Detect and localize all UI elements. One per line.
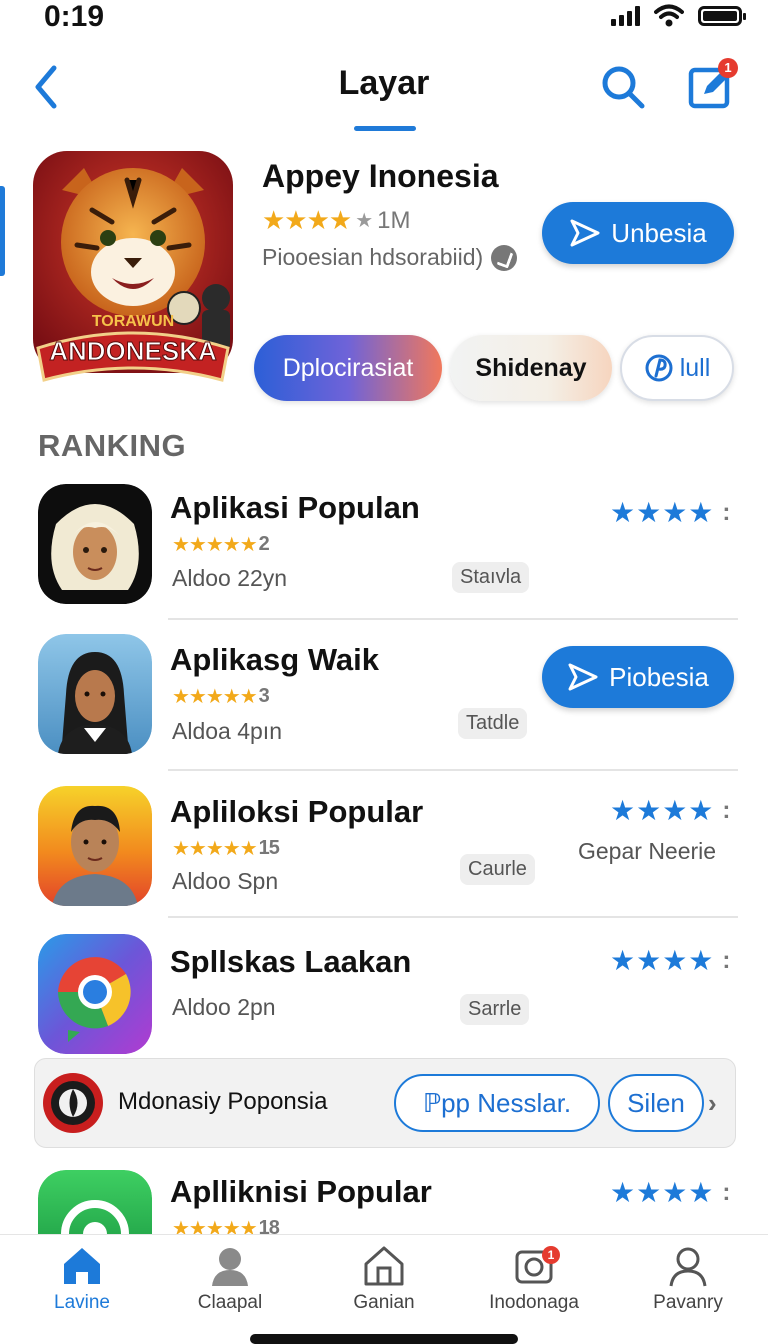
p-logo-icon [645, 354, 673, 382]
featured-download-count: 1M [377, 206, 411, 234]
featured-install-label: Unbesia [611, 217, 707, 248]
app-title-1[interactable]: Aplikasi Populan [170, 490, 420, 526]
app-install-label-2: Piobesia [609, 661, 709, 692]
wifi-icon [654, 4, 684, 27]
app-rating-num-2: 3 [258, 685, 270, 707]
app-icon-2[interactable] [38, 634, 152, 754]
category-pill-2[interactable]: Shidenay [450, 335, 612, 401]
send-icon [570, 219, 600, 247]
app-subtitle-4: Aldoo 2pn [172, 994, 276, 1020]
category-pill-1[interactable]: Dplocirasiat [254, 335, 442, 401]
house-outline-icon [364, 1246, 404, 1286]
banner-pill-2[interactable]: Silen [608, 1074, 704, 1132]
verified-icon [491, 244, 518, 271]
nav-label-claapal: Claapal [197, 1292, 263, 1313]
app-right-stars-4: ★★★★ [610, 945, 715, 976]
chevron-right-icon[interactable]: › [708, 1088, 717, 1119]
banner-logo-icon [43, 1073, 103, 1133]
featured-subtitle-text: Piooesian hdsorabiid) [262, 244, 484, 270]
featured-badge-main-text: ANDONESKA [49, 336, 217, 366]
app-title-2[interactable]: Aplikasg Waik [170, 642, 379, 678]
banner-text: Mdonasiy Poponsia [118, 1088, 328, 1115]
app-title-4[interactable]: Spllskas Laakan [170, 944, 411, 980]
app-title-3[interactable]: Apliloksi Popular [170, 794, 423, 830]
category-pill-3-label: lull [679, 353, 711, 382]
person-icon [212, 1248, 248, 1286]
send-icon [568, 663, 598, 691]
app-rating-1: ★★★★★ 2 [172, 532, 270, 557]
row-divider [168, 916, 738, 918]
featured-grey-star: ★ [355, 210, 374, 232]
title-underline [354, 126, 416, 131]
app-icon-1[interactable] [38, 484, 152, 604]
ranking-label: RANKING [38, 428, 187, 463]
home-icon [64, 1248, 100, 1284]
more-options-icon[interactable]: : [722, 797, 731, 825]
more-options-icon[interactable]: : [722, 1179, 731, 1207]
notification-badge: 1 [718, 58, 738, 78]
signal-icon [611, 6, 640, 26]
featured-rating: ★★★★ ★ 1M [262, 205, 411, 236]
featured-app-icon[interactable]: TORAWUN ANDONESKA [32, 150, 234, 394]
app-right-rating-4: ★★★★ : [610, 944, 731, 977]
app-tag-4: Sarrle [460, 994, 530, 1025]
app-icon-3[interactable] [38, 786, 152, 906]
more-options-icon[interactable]: : [722, 947, 731, 975]
app-install-button-2[interactable]: Piobesia [542, 646, 734, 708]
search-icon[interactable] [598, 62, 648, 112]
status-time: 0:19 [44, 0, 105, 33]
app-subtitle-3: Aldoo Spn [172, 868, 279, 894]
app-stars-2: ★★★★★ [172, 686, 258, 708]
app-tag-3: Caurle [460, 854, 535, 885]
status-icons [611, 4, 746, 28]
more-options-icon[interactable]: : [722, 499, 731, 527]
app-rating-2: ★★★★★ 3 [172, 684, 270, 709]
battery-icon [698, 6, 746, 26]
app-stars-3: ★★★★★ [172, 838, 258, 860]
app-rating-num-3: 15 [258, 837, 280, 859]
app-right-rating-1: ★★★★ : [610, 496, 731, 529]
nav-label-inodonaga: Inodonaga [489, 1292, 579, 1313]
nav-item-inodonaga[interactable]: Inodonaga [458, 1244, 610, 1324]
app-right-rating-5: ★★★★ : [610, 1176, 731, 1209]
featured-subtitle: Piooesian hdsorabiid) [262, 244, 518, 271]
app-subtitle-2: Aldoa 4pın [172, 718, 282, 744]
row-divider [168, 618, 738, 620]
app-tag-2: Tatdle [458, 708, 528, 739]
nav-label-ganian: Ganian [353, 1292, 415, 1313]
app-rating-3: ★★★★★ 15 [172, 836, 280, 861]
nav-label-home: Lavine [54, 1292, 110, 1313]
nav-item-ganian[interactable]: Ganian [308, 1244, 460, 1324]
app-right-stars-5: ★★★★ [610, 1177, 715, 1208]
app-right-rating-3: ★★★★ : [610, 794, 731, 827]
nav-notification-badge: 1 [542, 1246, 560, 1264]
banner-pill-1[interactable]: ℙpp Nesslar. [394, 1074, 600, 1132]
side-indicator [0, 186, 5, 276]
app-stars-1: ★★★★★ [172, 534, 258, 556]
category-pill-3[interactable]: lull [620, 335, 734, 401]
app-right-stars-3: ★★★★ [610, 795, 715, 826]
nav-item-claapal[interactable]: Claapal [154, 1244, 306, 1324]
featured-app-title[interactable]: Appey Inonesia [262, 158, 499, 195]
profile-icon [669, 1247, 707, 1287]
nav-item-home[interactable]: Lavine [6, 1244, 158, 1324]
app-icon-4[interactable] [38, 934, 152, 1054]
row-divider [168, 769, 738, 771]
app-subtitle-1: Aldoo 22yn [172, 565, 288, 591]
featured-badge-top-text: TORAWUN [92, 313, 174, 330]
nav-label-pavanry: Pavanry [653, 1292, 723, 1313]
featured-stars: ★★★★ [262, 205, 352, 235]
featured-install-button[interactable]: Unbesia [542, 202, 734, 264]
app-right-stars-1: ★★★★ [610, 497, 715, 528]
app-rating-num-1: 2 [258, 533, 270, 555]
home-indicator [250, 1334, 518, 1344]
app-right-text-3: Gepar Neerie [578, 838, 717, 864]
nav-item-pavanry[interactable]: Pavanry [612, 1244, 764, 1324]
app-title-5[interactable]: Aplliknisi Popular [170, 1174, 432, 1210]
page-title: Layar [338, 64, 430, 102]
app-tag-1: Staıvla [452, 562, 530, 593]
